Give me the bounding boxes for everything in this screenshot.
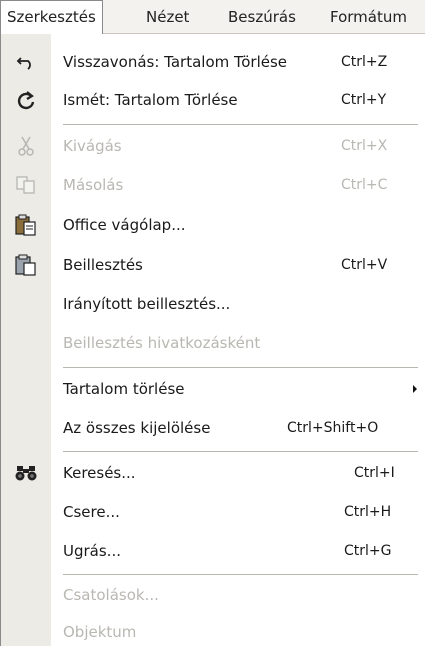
menu-item-label: Keresés... [63,464,136,482]
menu-item-shortcut: Ctrl+Z [341,54,388,70]
menu-bar: Szerkesztés Nézet Beszúrás Formátum [0,0,425,35]
menu-item-undo[interactable]: Visszavonás: Tartalom Törlése Ctrl+Z [1,44,425,80]
menu-item-paste[interactable]: Beillesztés Ctrl+V [1,247,425,283]
menu-item-shortcut: Ctrl+C [341,177,388,193]
menu-item-label: Visszavonás: Tartalom Törlése [63,53,288,71]
menu-item-paste-special[interactable]: Irányított beillesztés... [1,286,425,322]
menu-item-find[interactable]: Keresés... Ctrl+I [1,455,425,491]
menu-separator [63,367,418,368]
menu-item-office-clipboard[interactable]: Office vágólap... [1,207,425,243]
menu-formatum[interactable]: Formátum [330,0,407,34]
menu-item-copy[interactable]: Másolás Ctrl+C [1,167,425,203]
menu-item-select-all[interactable]: Az összes kijelölése Ctrl+Shift+O [1,410,425,446]
menu-item-label: Office vágólap... [63,216,186,234]
menu-item-label: Csatolások... [63,586,159,604]
menu-item-label: Beillesztés [63,256,143,274]
menu-item-label: Tartalom törlése [63,380,185,398]
menu-separator [63,451,418,452]
menu-item-go-to[interactable]: Ugrás... Ctrl+G [1,533,425,569]
clipboard-icon [15,214,37,236]
redo-icon [15,89,37,111]
submenu-arrow-icon [413,385,417,393]
menu-item-shortcut: Ctrl+G [344,543,392,559]
menu-item-shortcut: Ctrl+Y [341,92,387,108]
scissors-icon [15,135,37,157]
menu-item-label: Irányított beillesztés... [63,295,231,313]
menu-item-shortcut: Ctrl+I [354,465,395,481]
menu-item-label: Csere... [63,503,120,521]
menu-item-label: Kivágás [63,137,122,155]
menu-item-object[interactable]: Objektum [1,614,425,646]
menu-item-label: Ugrás... [63,542,121,560]
edit-dropdown-menu: Visszavonás: Tartalom Törlése Ctrl+Z Ism… [0,34,425,646]
copy-icon [15,174,37,196]
menu-item-cut[interactable]: Kivágás Ctrl+X [1,128,425,164]
menu-item-label: Beillesztés hivatkozásként [63,334,261,352]
menu-nezet[interactable]: Nézet [146,0,189,34]
menu-beszuras[interactable]: Beszúrás [228,0,296,34]
menu-item-label: Másolás [63,176,124,194]
menu-separator [63,124,418,125]
menu-item-paste-as-hyperlink[interactable]: Beillesztés hivatkozásként [1,325,425,361]
menu-szerkesztes[interactable]: Szerkesztés [0,0,103,35]
menu-item-label: Az összes kijelölése [63,419,211,437]
menu-item-replace[interactable]: Csere... Ctrl+H [1,494,425,530]
menu-item-shortcut: Ctrl+X [341,138,388,154]
menu-item-clear-contents[interactable]: Tartalom törlése [1,371,425,407]
undo-icon [15,51,37,73]
menu-item-redo[interactable]: Ismét: Tartalom Törlése Ctrl+Y [1,82,425,118]
paste-icon [15,254,37,276]
menu-item-shortcut: Ctrl+Shift+O [287,420,379,436]
menu-item-shortcut: Ctrl+H [344,504,392,520]
menu-separator [63,574,418,575]
binoculars-icon [15,462,37,484]
menu-item-links[interactable]: Csatolások... [1,577,425,613]
menu-item-label: Ismét: Tartalom Törlése [63,91,238,109]
menu-item-shortcut: Ctrl+V [341,257,388,273]
menu-item-label: Objektum [63,623,137,641]
